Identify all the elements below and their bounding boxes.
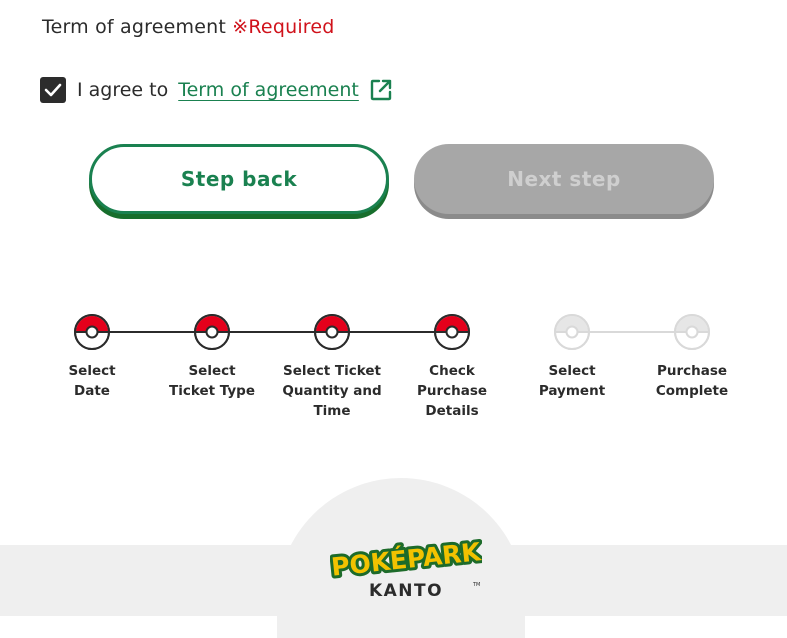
agree-checkbox[interactable] xyxy=(40,77,66,103)
agreement-title: Term of agreement ※Required xyxy=(42,16,335,38)
step-5-pending-icon xyxy=(554,314,590,350)
check-icon xyxy=(44,83,62,97)
step-1-label: Select Date xyxy=(32,361,152,401)
step-4-label: Check Purchase Details xyxy=(392,361,512,421)
agree-label: I agree to xyxy=(77,79,169,101)
step-label-line: Details xyxy=(425,403,479,419)
required-badge: ※Required xyxy=(232,16,335,38)
step-6-label: Purchase Complete xyxy=(632,361,752,401)
external-link-icon[interactable] xyxy=(369,78,393,102)
step-label-line: Select xyxy=(188,363,236,379)
step-label-line: Check xyxy=(429,363,475,379)
step-label-line: Select xyxy=(68,363,116,379)
step-1-pokeball-icon xyxy=(74,314,110,350)
step-3-pokeball-icon xyxy=(314,314,350,350)
step-label-line: Select xyxy=(548,363,596,379)
pokepark-kanto-logo: POKÉPARK KANTO TM xyxy=(330,538,482,600)
step-label-line: Purchase xyxy=(416,383,488,399)
step-label-line: Payment xyxy=(538,383,606,399)
step-label-line: Quantity and xyxy=(282,383,382,399)
step-label-line: Date xyxy=(74,383,110,399)
next-step-button[interactable]: Next step xyxy=(414,144,714,214)
step-label-line: Time xyxy=(313,403,351,419)
logo-trademark: TM xyxy=(472,582,480,588)
step-3-label: Select Ticket Quantity and Time xyxy=(272,361,392,421)
step-label-line: Purchase xyxy=(656,363,728,379)
logo-pokepark-text: POKÉPARK xyxy=(330,538,482,582)
step-2-label: Select Ticket Type xyxy=(152,361,272,401)
stepper-track xyxy=(74,314,710,350)
step-5-label: Select Payment xyxy=(512,361,632,401)
step-2-pokeball-icon xyxy=(194,314,230,350)
logo-kanto-text: KANTO xyxy=(369,581,443,600)
step-label-line: Ticket Type xyxy=(169,383,255,399)
progress-stepper: Select Date Select Ticket Type Select Ticket… xyxy=(0,312,787,432)
term-of-agreement-link[interactable]: Term of agreement xyxy=(178,79,359,101)
step-back-button[interactable]: Step back xyxy=(89,144,389,214)
step-label-line: Select Ticket xyxy=(283,363,381,379)
step-4-pokeball-icon xyxy=(434,314,470,350)
step-6-pending-icon xyxy=(674,314,710,350)
step-label-line: Complete xyxy=(655,383,729,399)
agreement-title-text: Term of agreement xyxy=(42,16,227,38)
agree-row: I agree to Term of agreement xyxy=(40,76,393,104)
